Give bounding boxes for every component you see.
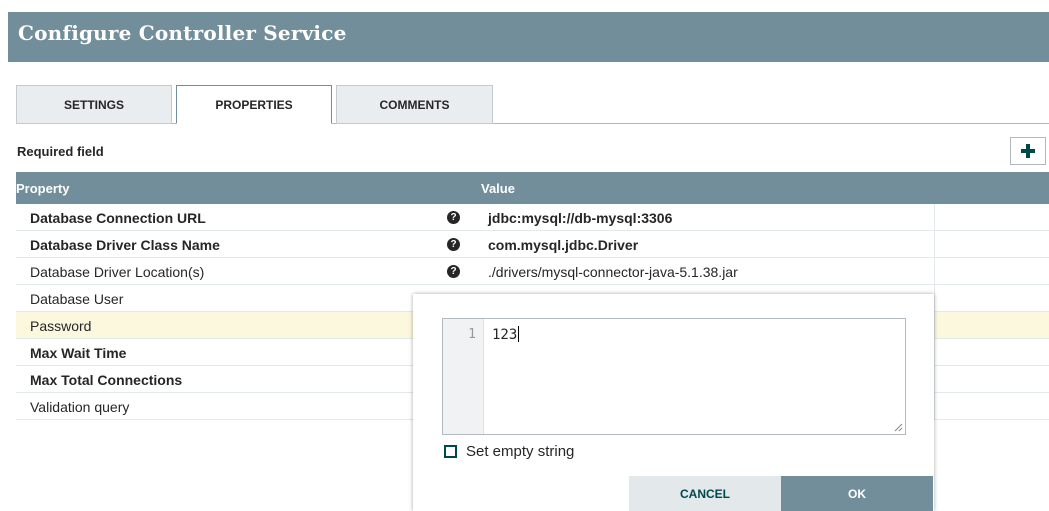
set-empty-label[interactable]: Set empty string: [466, 443, 574, 460]
table-row[interactable]: Database Driver Location(s) ? ./drivers/…: [16, 258, 1049, 285]
help-icon[interactable]: ?: [447, 265, 460, 278]
property-name: Database Driver Location(s): [30, 264, 205, 280]
property-value[interactable]: jdbc:mysql://db-mysql:3306: [488, 210, 672, 226]
value-editor-popup: 1 123 Set empty string CANCEL OK: [413, 294, 934, 511]
column-divider: [934, 204, 935, 231]
required-field-label: Required field: [17, 144, 104, 159]
add-property-button[interactable]: [1010, 137, 1046, 165]
property-name: Validation query: [30, 399, 130, 415]
column-divider: [934, 312, 935, 339]
column-divider: [934, 258, 935, 285]
cancel-button[interactable]: CANCEL: [629, 476, 781, 511]
column-divider: [934, 231, 935, 258]
line-number-gutter: 1: [443, 319, 484, 434]
table-row[interactable]: Database Driver Class Name ? com.mysql.j…: [16, 231, 1049, 258]
ok-button[interactable]: OK: [781, 476, 933, 511]
table-header: Property Value: [16, 172, 1049, 204]
column-divider: [934, 339, 935, 366]
table-row[interactable]: Database Connection URL ? jdbc:mysql://d…: [16, 204, 1049, 231]
property-name: Database User: [30, 291, 124, 307]
column-divider: [934, 285, 935, 312]
tab-settings[interactable]: SETTINGS: [16, 85, 172, 124]
tab-bar: SETTINGS PROPERTIES COMMENTS: [16, 85, 1049, 124]
dialog-title: Configure Controller Service: [18, 21, 347, 45]
property-value[interactable]: com.mysql.jdbc.Driver: [488, 237, 638, 253]
property-name: Database Driver Class Name: [30, 237, 220, 253]
property-name: Max Total Connections: [30, 372, 183, 388]
line-number: 1: [468, 327, 476, 342]
editor-text: 123: [492, 327, 518, 343]
column-header-value: Value: [481, 181, 515, 196]
help-icon[interactable]: ?: [447, 211, 460, 224]
property-name: Password: [30, 318, 92, 334]
plus-icon: [1021, 144, 1035, 158]
resize-handle-icon[interactable]: [894, 423, 903, 432]
editor-text-line[interactable]: 123: [492, 326, 520, 343]
value-editor[interactable]: 1 123: [442, 318, 906, 435]
set-empty-checkbox[interactable]: [444, 445, 457, 458]
help-icon[interactable]: ?: [447, 238, 460, 251]
property-value[interactable]: ./drivers/mysql-connector-java-5.1.38.ja…: [488, 264, 738, 280]
property-name: Database Connection URL: [30, 210, 206, 226]
text-caret: [518, 326, 520, 342]
property-name: Max Wait Time: [30, 345, 127, 361]
column-divider: [934, 366, 935, 393]
tab-comments[interactable]: COMMENTS: [336, 85, 493, 124]
tab-properties[interactable]: PROPERTIES: [176, 85, 332, 124]
dialog-header: Configure Controller Service: [8, 12, 1049, 62]
column-header-property: Property: [16, 181, 70, 196]
column-divider: [934, 393, 935, 420]
